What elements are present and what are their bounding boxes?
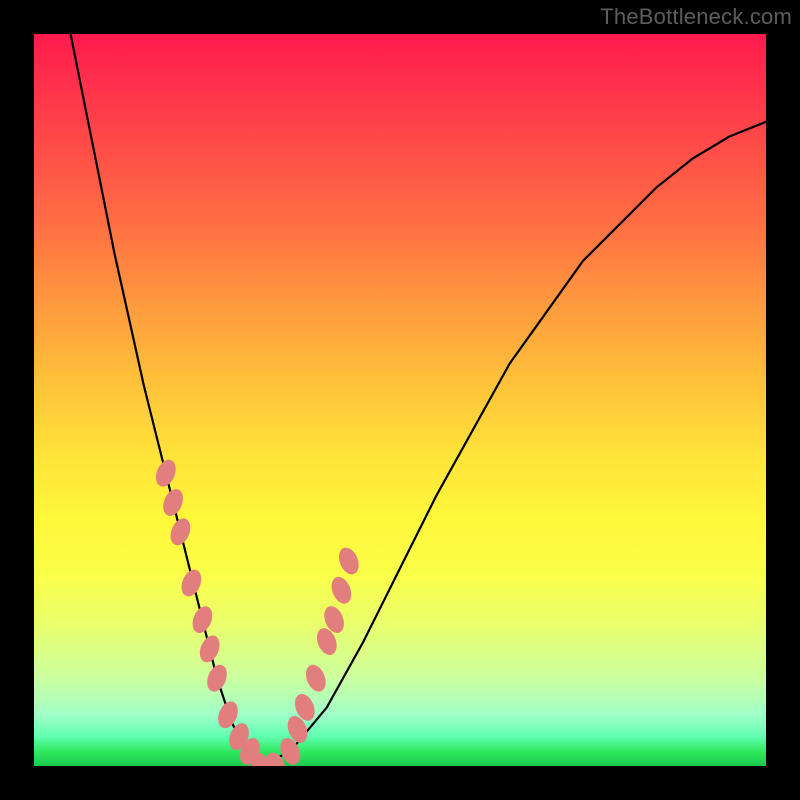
blob-point bbox=[302, 662, 329, 695]
blob-point bbox=[335, 545, 362, 578]
blob-point bbox=[167, 515, 194, 548]
plot-area bbox=[34, 34, 766, 766]
highlight-blobs bbox=[152, 457, 362, 766]
blob-point bbox=[189, 603, 216, 636]
blob-point bbox=[160, 486, 187, 519]
blob-point bbox=[328, 574, 355, 607]
blob-point bbox=[152, 457, 179, 490]
blob-point bbox=[203, 662, 230, 695]
bottleneck-curve bbox=[71, 34, 766, 766]
blob-point bbox=[196, 633, 223, 666]
chart-svg bbox=[34, 34, 766, 766]
watermark-text: TheBottleneck.com bbox=[600, 4, 792, 30]
blob-point bbox=[178, 567, 205, 600]
